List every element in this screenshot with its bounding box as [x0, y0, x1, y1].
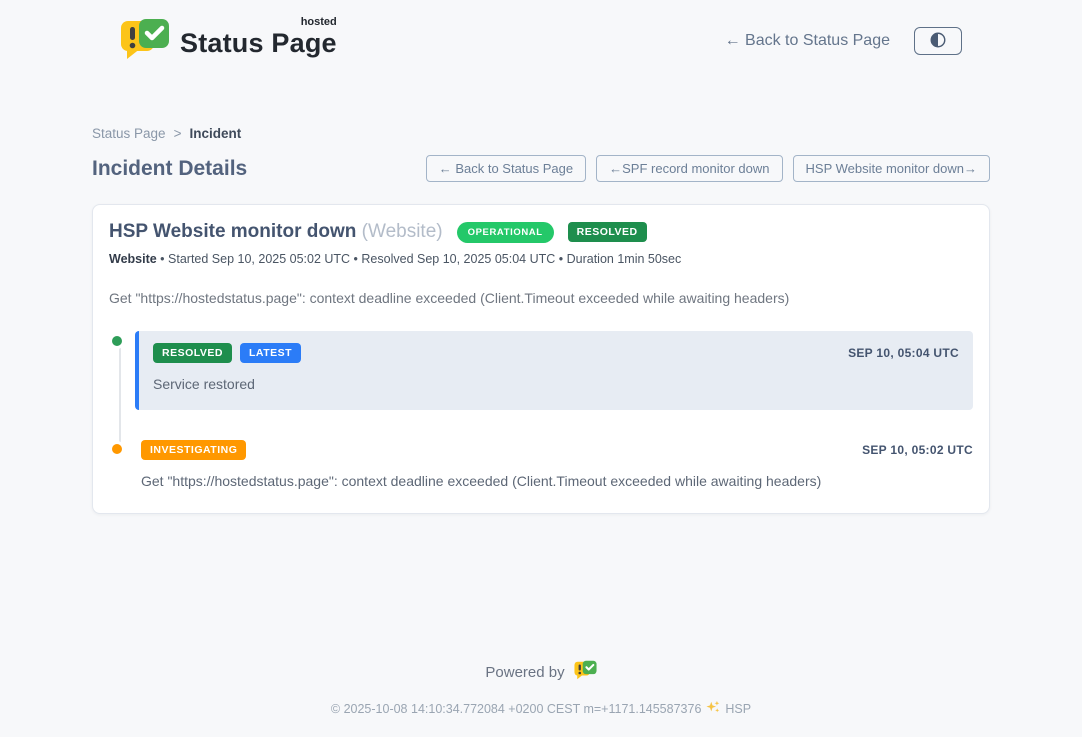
incident-meta: Website • Started Sep 10, 2025 05:02 UTC… — [109, 252, 973, 266]
investigating-badge: INVESTIGATING — [141, 440, 246, 460]
breadcrumb: Status Page > Incident — [92, 126, 990, 141]
timeline-entry-latest-box: RESOLVED LATEST SEP 10, 05:04 UTC Servic… — [135, 331, 973, 410]
contrast-icon — [929, 31, 947, 52]
timeline-entry-investigating: INVESTIGATING SEP 10, 05:02 UTC Get "htt… — [109, 440, 973, 489]
breadcrumb-separator: > — [174, 126, 182, 141]
prev-incident-button[interactable]: ←SPF record monitor down — [596, 155, 782, 182]
timeline-badge-row: RESOLVED LATEST SEP 10, 05:04 UTC — [153, 343, 959, 363]
next-incident-button[interactable]: HSP Website monitor down→ — [793, 155, 990, 182]
powered-by-label: Powered by — [485, 664, 564, 681]
brand-logo[interactable]: Status Page hosted — [120, 18, 337, 65]
incident-card: HSP Website monitor down (Website) OPERA… — [92, 204, 990, 514]
copyright-text: © 2025-10-08 14:10:34.772084 +0200 CEST … — [331, 702, 702, 716]
timeline-timestamp: SEP 10, 05:02 UTC — [862, 443, 973, 457]
timeline-timestamp: SEP 10, 05:04 UTC — [848, 346, 959, 360]
incident-meta-component: Website — [109, 252, 157, 266]
incident-nav-buttons: ← Back to Status Page ←SPF record monito… — [426, 155, 990, 182]
header: Status Page hosted ← Back to Status Page — [0, 0, 1082, 78]
back-to-status-page-link[interactable]: ← Back to Status Page — [725, 32, 890, 50]
breadcrumb-status-page[interactable]: Status Page — [92, 126, 166, 141]
timeline-entry-plain: INVESTIGATING SEP 10, 05:02 UTC Get "htt… — [135, 440, 973, 489]
sparkles-icon — [706, 700, 720, 717]
theme-toggle-button[interactable] — [914, 27, 962, 55]
incident-component: (Website) — [362, 221, 443, 242]
title-row: Incident Details ← Back to Status Page ←… — [92, 155, 990, 182]
timeline-dot-green — [109, 333, 125, 349]
brand-superscript: hosted — [301, 16, 337, 28]
incident-timeline: RESOLVED LATEST SEP 10, 05:04 UTC Servic… — [109, 332, 973, 489]
brand-name: Status Page — [180, 28, 337, 58]
brand-text-wrap: Status Page hosted — [180, 18, 337, 59]
resolved-badge: RESOLVED — [153, 343, 232, 363]
timeline-dot-orange — [109, 441, 125, 457]
incident-title: HSP Website monitor down (Website) — [109, 221, 443, 243]
header-right: ← Back to Status Page — [725, 27, 962, 55]
resolved-status-badge: RESOLVED — [568, 222, 647, 242]
timeline-message: Service restored — [153, 376, 959, 392]
incident-title-text: HSP Website monitor down — [109, 221, 356, 242]
timeline-message: Get "https://hostedstatus.page": context… — [141, 473, 973, 489]
page-title: Incident Details — [92, 157, 247, 181]
status-page-logo-icon[interactable] — [574, 660, 597, 684]
copyright-brand: HSP — [725, 702, 751, 716]
incident-meta-times: • Started Sep 10, 2025 05:02 UTC • Resol… — [157, 252, 682, 266]
copyright-line: © 2025-10-08 14:10:34.772084 +0200 CEST … — [0, 700, 1082, 717]
timeline-badge-row: INVESTIGATING SEP 10, 05:02 UTC — [141, 440, 973, 460]
main-content: Status Page > Incident Incident Details … — [92, 126, 990, 514]
breadcrumb-incident: Incident — [189, 126, 241, 141]
footer: Powered by © 2025-10-08 14:10:34.772084 … — [0, 660, 1082, 717]
incident-title-row: HSP Website monitor down (Website) OPERA… — [109, 221, 973, 243]
powered-by: Powered by — [0, 660, 1082, 684]
back-to-status-page-button[interactable]: ← Back to Status Page — [426, 155, 586, 182]
timeline-entry-resolved: RESOLVED LATEST SEP 10, 05:04 UTC Servic… — [109, 332, 973, 410]
status-page-logo-icon — [120, 18, 170, 65]
incident-description: Get "https://hostedstatus.page": context… — [109, 290, 973, 306]
latest-badge: LATEST — [240, 343, 301, 363]
operational-badge: OPERATIONAL — [457, 222, 554, 243]
